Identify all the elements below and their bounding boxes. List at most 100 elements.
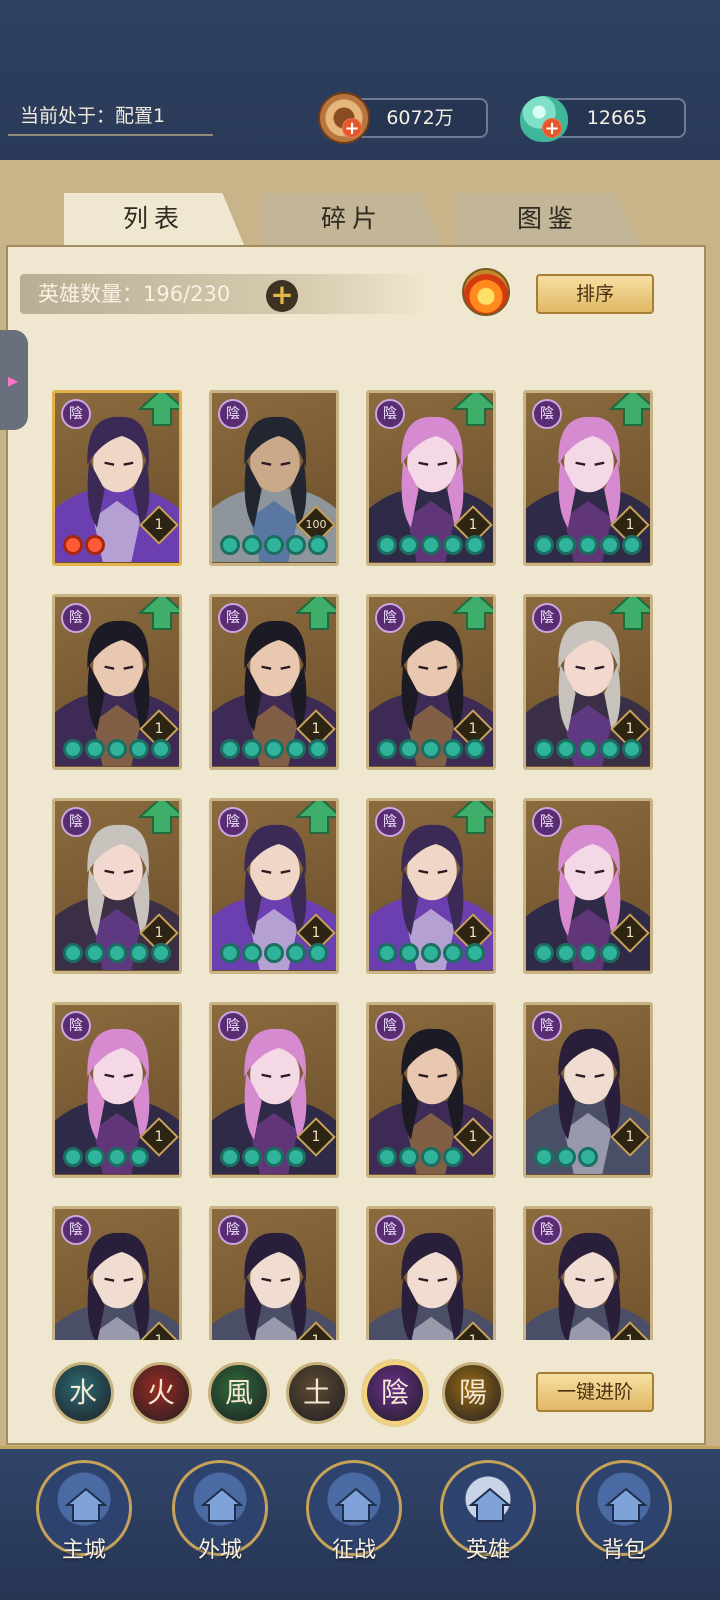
yin-attribute-icon: 陰 bbox=[218, 399, 248, 429]
upgrade-arrow-icon bbox=[137, 801, 179, 834]
hero-card[interactable]: 陰1 bbox=[209, 1206, 339, 1340]
star-icon bbox=[421, 1147, 441, 1167]
hero-card[interactable]: 陰1 bbox=[52, 390, 182, 566]
hero-card[interactable]: 陰1 bbox=[52, 1206, 182, 1340]
star-icon bbox=[465, 739, 485, 759]
upgrade-arrow-icon bbox=[451, 801, 493, 834]
tab-codex[interactable]: 图鉴 bbox=[458, 193, 638, 245]
current-config-label[interactable]: 当前处于：配置1 bbox=[8, 96, 213, 136]
tab-list[interactable]: 列表 bbox=[64, 193, 244, 245]
star-icon bbox=[63, 739, 83, 759]
hero-card[interactable]: 陰1 bbox=[52, 1002, 182, 1178]
star-rating bbox=[534, 943, 620, 965]
hero-card[interactable]: 陰1 bbox=[209, 594, 339, 770]
star-icon bbox=[85, 1147, 105, 1167]
yin-attribute-icon: 陰 bbox=[375, 1215, 405, 1245]
star-icon bbox=[443, 943, 463, 963]
star-icon bbox=[286, 535, 306, 555]
coins-value: 6072万 bbox=[386, 107, 454, 129]
star-icon bbox=[264, 1147, 284, 1167]
star-icon bbox=[63, 943, 83, 963]
star-icon bbox=[63, 1147, 83, 1167]
hero-card[interactable]: 陰1 bbox=[523, 1206, 653, 1340]
hero-card[interactable]: 陰1 bbox=[366, 798, 496, 974]
hero-card[interactable]: 陰1 bbox=[52, 594, 182, 770]
star-icon bbox=[377, 1147, 397, 1167]
yang-element-icon[interactable]: 陽 bbox=[442, 1362, 504, 1424]
star-rating bbox=[377, 1147, 463, 1169]
water-element-icon[interactable]: 水 bbox=[52, 1362, 114, 1424]
hero-card[interactable]: 陰1 bbox=[209, 1002, 339, 1178]
star-rating bbox=[63, 535, 105, 557]
hero-card[interactable]: 陰1 bbox=[523, 798, 653, 974]
yin-element-icon[interactable]: 陰 bbox=[364, 1362, 426, 1424]
star-icon bbox=[242, 535, 262, 555]
hero-card[interactable]: 陰1 bbox=[366, 1002, 496, 1178]
hero-count: 英雄数量：196/230 bbox=[20, 274, 430, 314]
jade-display: 12665 bbox=[548, 98, 686, 138]
star-icon bbox=[421, 739, 441, 759]
hero-card[interactable]: 陰1 bbox=[366, 594, 496, 770]
hero-card[interactable]: 陰1 bbox=[366, 1206, 496, 1340]
hero-card[interactable]: 陰 100 bbox=[209, 390, 339, 566]
hero-level: 1 bbox=[154, 1129, 164, 1145]
star-icon bbox=[151, 739, 171, 759]
star-icon bbox=[465, 943, 485, 963]
nav-label: 外城 bbox=[197, 1538, 242, 1563]
hero-card[interactable]: 陰1 bbox=[523, 390, 653, 566]
hero-card[interactable]: 陰1 bbox=[523, 1002, 653, 1178]
star-icon bbox=[600, 739, 620, 759]
star-icon bbox=[443, 739, 463, 759]
star-icon bbox=[220, 1147, 240, 1167]
hero-level: 1 bbox=[468, 925, 478, 941]
coins-display: 6072万 bbox=[352, 98, 488, 138]
star-icon bbox=[534, 943, 554, 963]
hero-level: 1 bbox=[625, 1129, 635, 1145]
star-rating bbox=[63, 943, 171, 965]
star-icon bbox=[377, 739, 397, 759]
one-click-advance-button[interactable]: 一键进阶 bbox=[536, 1372, 654, 1412]
hero-card[interactable]: 陰1 bbox=[209, 798, 339, 974]
sort-button[interactable]: 排序 bbox=[536, 274, 654, 314]
expand-hero-slots-icon[interactable]: + bbox=[266, 280, 298, 312]
fire-icon[interactable] bbox=[462, 268, 510, 316]
add-jade-icon[interactable]: + bbox=[542, 118, 562, 138]
hero-card[interactable]: 陰1 bbox=[52, 798, 182, 974]
star-icon bbox=[107, 1147, 127, 1167]
add-coins-icon[interactable]: + bbox=[342, 118, 362, 138]
wind-element-icon[interactable]: 風 bbox=[208, 1362, 270, 1424]
star-icon bbox=[578, 535, 598, 555]
tab-fragments[interactable]: 碎片 bbox=[262, 193, 442, 245]
nav-label: 英雄 bbox=[465, 1538, 510, 1563]
star-icon bbox=[399, 943, 419, 963]
star-icon bbox=[399, 739, 419, 759]
star-icon bbox=[286, 943, 306, 963]
top-status-bar: 当前处于：配置1 6072万 + 12665 + bbox=[0, 0, 720, 160]
star-icon bbox=[220, 739, 240, 759]
star-icon bbox=[242, 943, 262, 963]
fire-element-icon[interactable]: 火 bbox=[130, 1362, 192, 1424]
upgrade-arrow-icon bbox=[294, 597, 336, 630]
star-icon bbox=[556, 739, 576, 759]
star-icon bbox=[377, 535, 397, 555]
star-rating bbox=[377, 535, 485, 557]
star-icon bbox=[443, 535, 463, 555]
hero-card[interactable]: 陰1 bbox=[523, 594, 653, 770]
star-icon bbox=[129, 943, 149, 963]
hero-level: 1 bbox=[468, 1129, 478, 1145]
upgrade-arrow-icon bbox=[451, 597, 493, 630]
side-expand-tab[interactable] bbox=[0, 330, 28, 430]
star-icon bbox=[600, 535, 620, 555]
upgrade-arrow-icon bbox=[608, 393, 650, 426]
star-icon bbox=[107, 739, 127, 759]
star-icon bbox=[220, 535, 240, 555]
hero-level: 1 bbox=[154, 925, 164, 941]
star-icon bbox=[264, 943, 284, 963]
hero-card[interactable]: 陰1 bbox=[366, 390, 496, 566]
hero-level: 1 bbox=[625, 517, 635, 533]
star-icon bbox=[622, 739, 642, 759]
upgrade-arrow-icon bbox=[137, 597, 179, 630]
hero-level: 1 bbox=[625, 721, 635, 737]
yin-attribute-icon: 陰 bbox=[532, 1011, 562, 1041]
earth-element-icon[interactable]: 土 bbox=[286, 1362, 348, 1424]
